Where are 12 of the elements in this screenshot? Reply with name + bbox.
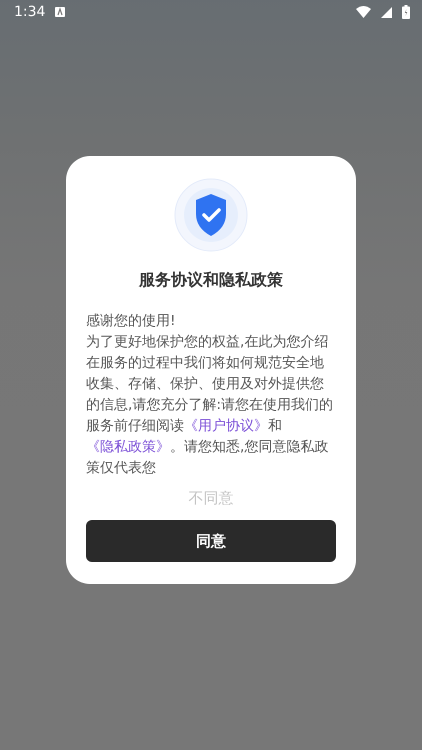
greeting-text: 感谢您的使用!: [86, 312, 177, 331]
signal-icon: [381, 6, 392, 18]
dialog-title: 服务协议和隐私政策: [139, 270, 283, 291]
status-time: 1:34: [14, 4, 46, 20]
wifi-icon: [356, 6, 371, 18]
agreement-link[interactable]: 《隐私政策》: [86, 439, 170, 455]
notification-icon: [55, 7, 66, 17]
agreement-link[interactable]: 《用户协议》: [184, 418, 268, 434]
shield-check-icon: [174, 178, 248, 252]
battery-icon: [402, 5, 410, 19]
accept-button[interactable]: 同意: [86, 520, 336, 562]
agreement-paragraph: 为了更好地保护您的权益,在此为您介绍在服务的过程中我们将如何规范安全地收集、存储、保护、使用及对外提供您的信息,请您充分了解:请您在使用我们的服务前仔细阅读《用户协议》和 《隐私政策》。请您知悉,您同意隐私政策仅代表您: [86, 333, 334, 478]
